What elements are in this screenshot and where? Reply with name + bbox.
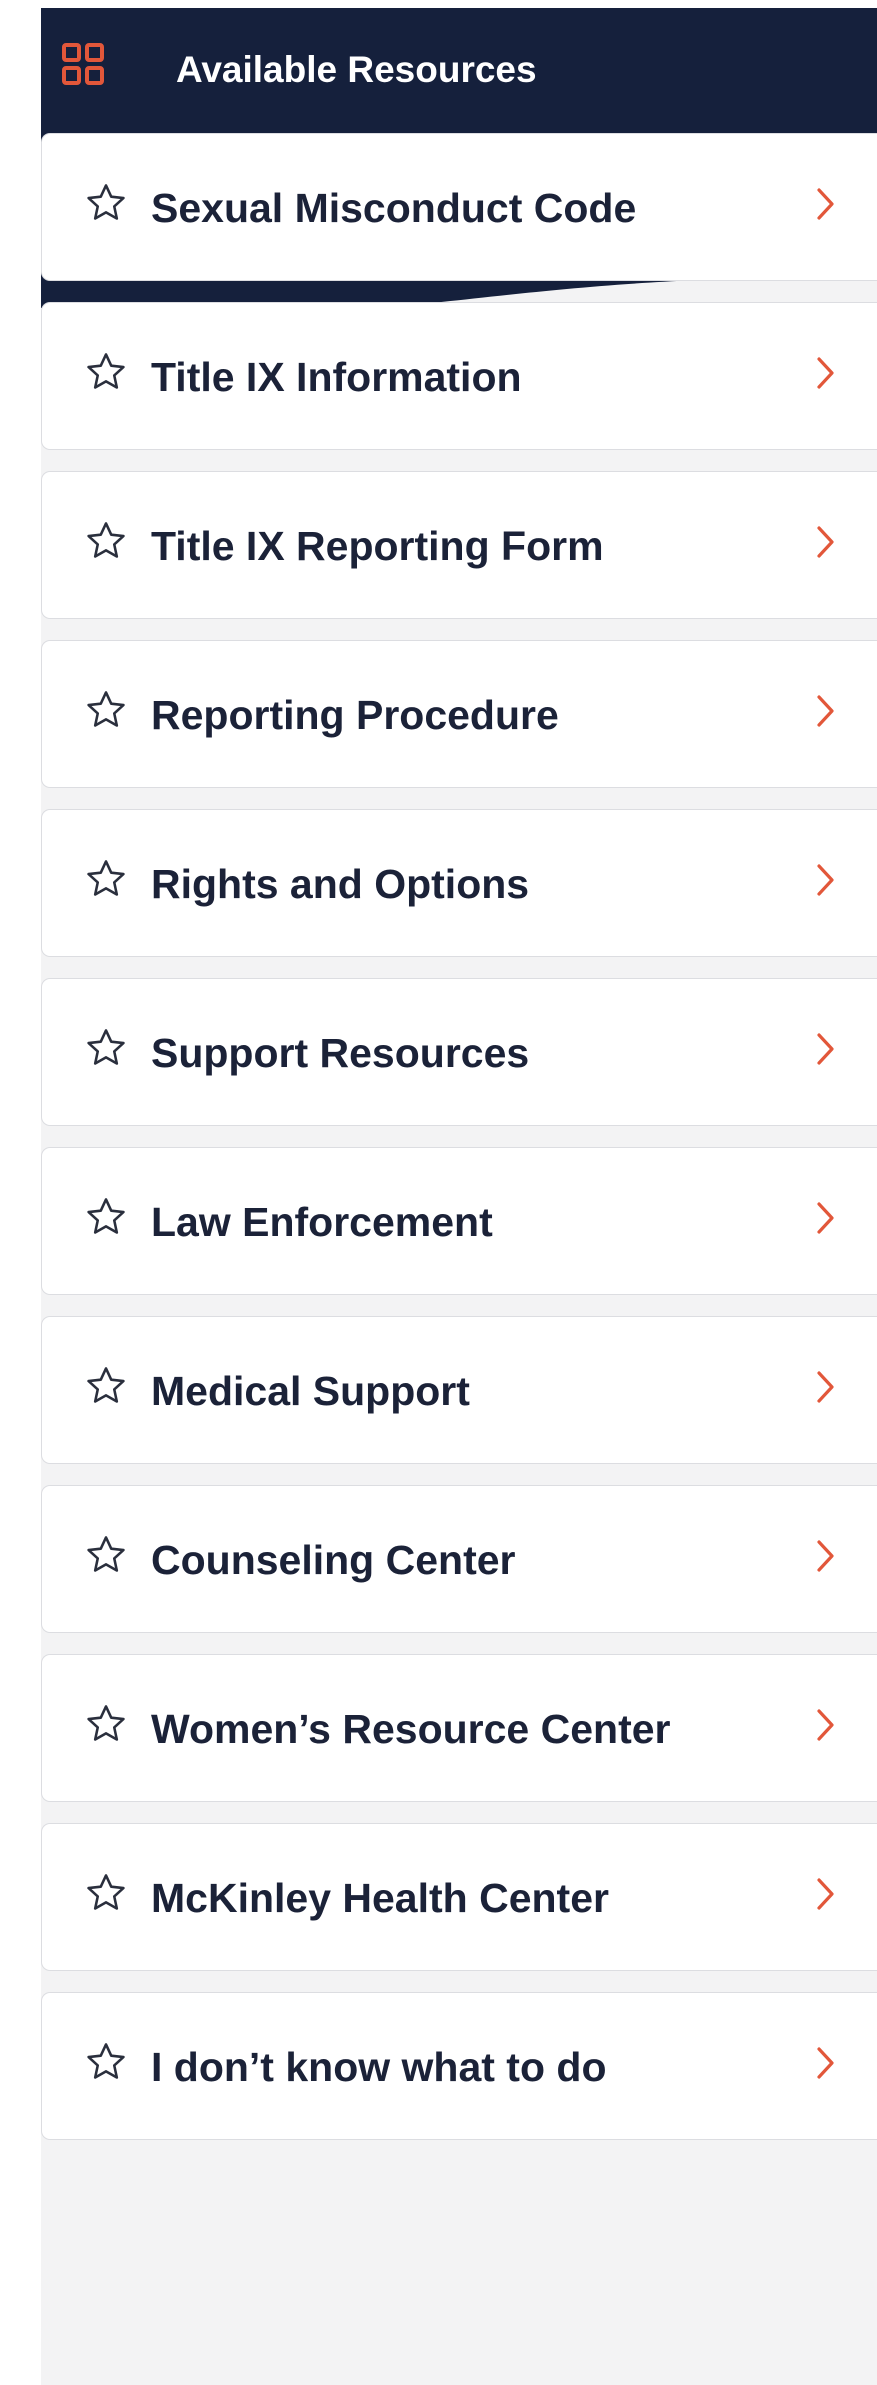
chevron-right-icon bbox=[817, 1709, 834, 1741]
star-outline-icon[interactable] bbox=[84, 1195, 128, 1239]
chevron-right-icon bbox=[817, 1878, 834, 1910]
chevron-right-icon bbox=[817, 1540, 834, 1572]
chevron-right-icon bbox=[817, 357, 834, 389]
list-item-label: Counseling Center bbox=[151, 1537, 516, 1583]
chevron-right-icon bbox=[817, 695, 834, 727]
list-item-label: Reporting Procedure bbox=[151, 692, 559, 738]
list-item-label: Sexual Misconduct Code bbox=[151, 185, 637, 231]
list-item-label: Law Enforcement bbox=[151, 1199, 493, 1245]
list-item[interactable]: Rights and Options bbox=[41, 809, 877, 957]
chevron-right-icon bbox=[817, 864, 834, 896]
star-outline-icon[interactable] bbox=[84, 1533, 128, 1577]
chevron-right-icon bbox=[817, 1371, 834, 1403]
star-outline-icon[interactable] bbox=[84, 350, 128, 394]
chevron-right-icon bbox=[817, 188, 834, 220]
list-item[interactable]: Law Enforcement bbox=[41, 1147, 877, 1295]
chevron-right-icon bbox=[817, 1202, 834, 1234]
list-item-label: Rights and Options bbox=[151, 861, 530, 907]
list-item-label: Women’s Resource Center bbox=[151, 1706, 671, 1752]
star-outline-icon[interactable] bbox=[84, 1026, 128, 1070]
chevron-right-icon bbox=[817, 526, 834, 558]
star-outline-icon[interactable] bbox=[84, 1364, 128, 1408]
star-outline-icon[interactable] bbox=[84, 857, 128, 901]
list-item-label: Title IX Information bbox=[151, 354, 522, 400]
star-outline-icon[interactable] bbox=[84, 1702, 128, 1746]
list-item-label: Support Resources bbox=[151, 1030, 530, 1076]
list-item-label: Title IX Reporting Form bbox=[151, 523, 604, 569]
list-item[interactable]: McKinley Health Center bbox=[41, 1823, 877, 1971]
list-item[interactable]: Reporting Procedure bbox=[41, 640, 877, 788]
resources-panel: Available Resources Sexual Misconduct Co… bbox=[41, 8, 877, 2385]
list-item[interactable]: Title IX Reporting Form bbox=[41, 471, 877, 619]
header-title: Available Resources bbox=[176, 49, 537, 90]
list-item-label: Medical Support bbox=[151, 1368, 470, 1414]
list-item[interactable]: Counseling Center bbox=[41, 1485, 877, 1633]
list-item[interactable]: Women’s Resource Center bbox=[41, 1654, 877, 1802]
list-item[interactable]: I don’t know what to do bbox=[41, 1992, 877, 2140]
chevron-right-icon bbox=[817, 2047, 834, 2079]
list-item[interactable]: Medical Support bbox=[41, 1316, 877, 1464]
chevron-right-icon bbox=[817, 1033, 834, 1065]
list-item-label: McKinley Health Center bbox=[151, 1875, 609, 1921]
grid-icon[interactable] bbox=[61, 42, 105, 86]
star-outline-icon[interactable] bbox=[84, 2040, 128, 2084]
list-item[interactable]: Sexual Misconduct Code bbox=[41, 133, 877, 281]
list-item[interactable]: Support Resources bbox=[41, 978, 877, 1126]
list-item[interactable]: Title IX Information bbox=[41, 302, 877, 450]
list-item-label: I don’t know what to do bbox=[151, 2044, 607, 2090]
star-outline-icon[interactable] bbox=[84, 1871, 128, 1915]
star-outline-icon[interactable] bbox=[84, 688, 128, 732]
star-outline-icon[interactable] bbox=[84, 519, 128, 563]
star-outline-icon[interactable] bbox=[84, 181, 128, 225]
